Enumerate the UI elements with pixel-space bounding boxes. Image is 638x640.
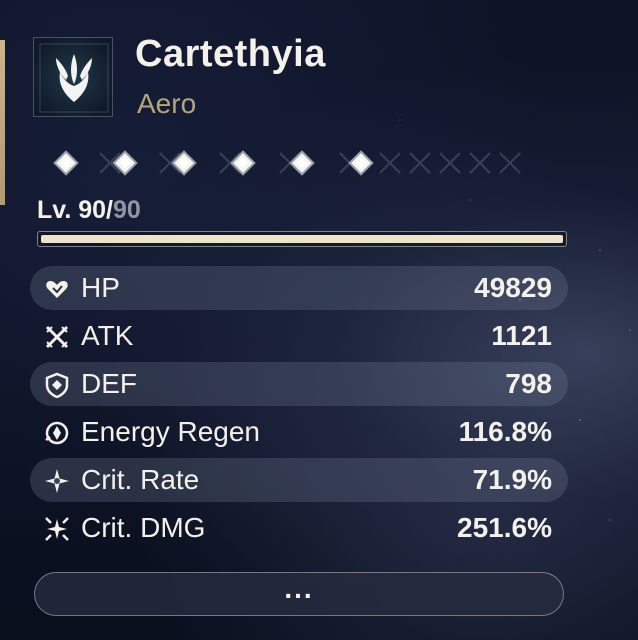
aero-emblem-icon xyxy=(33,37,113,117)
stat-value: 1121 xyxy=(491,320,552,351)
level-progress-bar xyxy=(37,231,567,247)
crit-rate-icon xyxy=(45,469,69,493)
crit-dmg-icon xyxy=(45,517,69,541)
stat-row-crit-rate: Crit. Rate 71.9% xyxy=(30,458,568,502)
character-element: Aero xyxy=(137,88,197,119)
stat-label: Crit. Rate xyxy=(81,464,200,495)
level-max: 90 xyxy=(112,196,141,224)
stat-row-energy-regen: Energy Regen 116.8% xyxy=(30,410,568,454)
stat-row-hp: HP 49829 xyxy=(30,266,568,310)
stat-row-def: DEF 798 xyxy=(30,362,568,406)
diamond-icon xyxy=(289,150,315,176)
stat-value: 49829 xyxy=(474,272,552,303)
atk-icon xyxy=(45,325,69,349)
more-stats-button[interactable]: ... xyxy=(34,572,564,616)
diamond-icon xyxy=(53,150,79,176)
character-name: Cartethyia xyxy=(135,33,326,75)
hp-icon xyxy=(46,281,68,298)
stat-row-atk: ATK 1121 xyxy=(30,314,568,358)
stat-value: 251.6% xyxy=(457,512,552,543)
stat-label: Crit. DMG xyxy=(81,512,206,543)
side-accent-bar xyxy=(0,40,5,205)
energy-regen-icon xyxy=(45,421,69,445)
stat-value: 798 xyxy=(505,368,552,399)
stat-label: ATK xyxy=(81,320,134,351)
stat-label: Energy Regen xyxy=(81,416,261,447)
stat-label: DEF xyxy=(81,368,137,399)
stat-label: HP xyxy=(81,272,120,303)
diamond-icon xyxy=(348,150,374,176)
stat-value: 71.9% xyxy=(472,464,552,495)
diamond-icon xyxy=(230,150,256,176)
diamond-icon xyxy=(171,150,197,176)
stat-value: 116.8% xyxy=(458,416,552,447)
stat-row-crit-dmg: Crit. DMG 251.6% xyxy=(30,506,568,550)
diamond-icon xyxy=(112,150,138,176)
level-indicator: Lv. 90/90 xyxy=(37,196,141,225)
level-current: Lv. 90/ xyxy=(37,196,113,224)
def-icon xyxy=(45,372,69,398)
resonance-chain-nodes xyxy=(40,143,580,183)
level-progress-fill xyxy=(41,235,563,243)
